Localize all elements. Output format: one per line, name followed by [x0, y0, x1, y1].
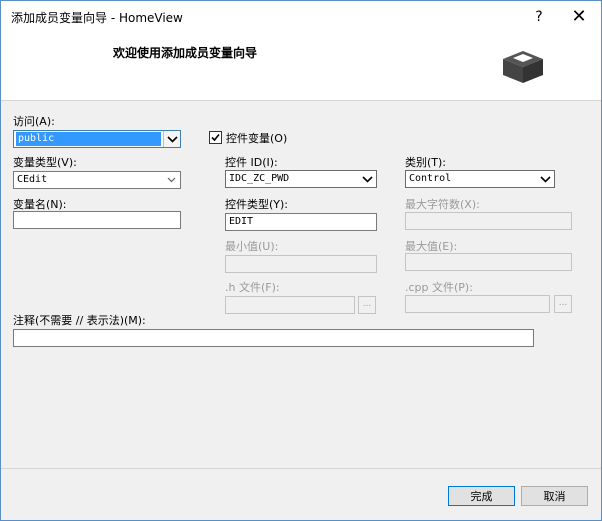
chevron-down-icon[interactable]: [537, 171, 554, 187]
title-bar: 添加成员变量向导 - HomeView ? ✕: [1, 1, 601, 32]
wizard-title: 欢迎使用添加成员变量向导: [113, 46, 258, 60]
control-var-checkbox[interactable]: [209, 131, 222, 144]
var-name-label: 变量名(N):: [13, 198, 67, 211]
max-value-label: 最大值(E):: [405, 240, 458, 253]
cancel-button[interactable]: 取消: [521, 486, 588, 506]
wizard-box-icon: [503, 51, 543, 83]
chevron-down-icon[interactable]: [359, 171, 376, 187]
cpp-file-label: .cpp 文件(P):: [405, 281, 473, 294]
category-label: 类别(T):: [405, 156, 447, 169]
h-file-label: .h 文件(F):: [225, 281, 280, 294]
max-chars-input: [405, 212, 572, 230]
dialog-window: 添加成员变量向导 - HomeView ? ✕ 欢迎使用添加成员变量向导 访问(…: [0, 0, 602, 521]
min-value-input: [225, 255, 377, 273]
chevron-down-icon[interactable]: [163, 172, 180, 188]
var-type-combo[interactable]: CEdit: [13, 171, 181, 189]
max-value-input: [405, 253, 572, 271]
window-title: 添加成员变量向导 - HomeView: [11, 11, 183, 25]
control-id-label: 控件 ID(I):: [225, 156, 278, 169]
category-combo[interactable]: Control: [405, 170, 555, 188]
footer-separator: [1, 468, 601, 469]
min-value-label: 最小值(U):: [225, 240, 279, 253]
cpp-file-input: [405, 295, 550, 313]
checkmark-icon: [211, 133, 220, 142]
access-label: 访问(A):: [13, 115, 55, 128]
control-var-label: 控件变量(O): [226, 132, 288, 145]
finish-button[interactable]: 完成: [448, 486, 515, 506]
var-name-input[interactable]: [13, 211, 181, 229]
wizard-header: 欢迎使用添加成员变量向导: [1, 32, 601, 101]
close-button[interactable]: ✕: [557, 1, 601, 32]
category-value: Control: [409, 173, 452, 184]
control-type-label: 控件类型(Y):: [225, 198, 289, 211]
access-combo[interactable]: public: [13, 130, 181, 148]
comment-label: 注释(不需要 // 表示法)(M):: [13, 314, 146, 327]
h-file-browse-button: ...: [358, 296, 376, 314]
help-button[interactable]: ?: [517, 1, 561, 32]
control-type-input[interactable]: EDIT: [225, 213, 377, 231]
max-chars-label: 最大字符数(X):: [405, 198, 480, 211]
control-id-value: IDC_ZC_PWD: [229, 173, 290, 184]
chevron-down-icon[interactable]: [163, 131, 180, 147]
comment-input[interactable]: [13, 329, 534, 347]
control-id-combo[interactable]: IDC_ZC_PWD: [225, 170, 377, 188]
cpp-file-browse-button: ...: [554, 295, 572, 313]
var-type-value: CEdit: [17, 174, 48, 185]
access-value: public: [16, 132, 161, 146]
var-type-label: 变量类型(V):: [13, 156, 77, 169]
h-file-input: [225, 296, 355, 314]
